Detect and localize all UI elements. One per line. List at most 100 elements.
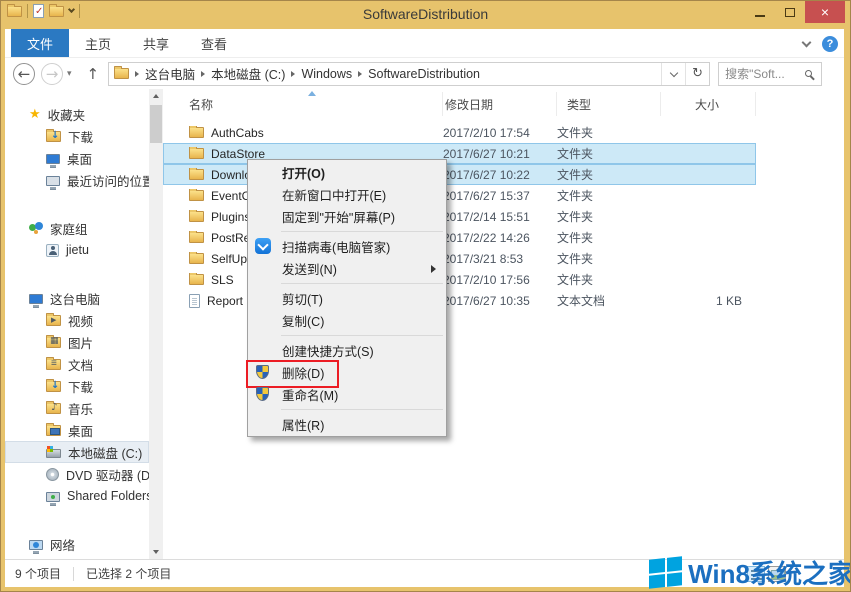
file-name: Downlo: [211, 167, 252, 182]
breadcrumb-segment[interactable]: 本地磁盘 (C:): [207, 64, 289, 83]
minimize-button[interactable]: [745, 1, 775, 23]
menu-item-label: 发送到(N): [282, 262, 337, 277]
breadcrumb-segment[interactable]: SoftwareDistribution: [364, 67, 484, 81]
column-header-name[interactable]: 名称: [163, 92, 443, 116]
file-icon: [189, 272, 204, 285]
context-menu-item[interactable]: 在新窗口中打开(E): [248, 183, 446, 205]
up-button[interactable]: ↑: [87, 65, 100, 83]
sidebar-item[interactable]: 收藏夹: [5, 103, 149, 125]
ribbon-tab[interactable]: 文件: [11, 29, 70, 57]
sidebar-item-icon: [46, 422, 61, 436]
address-dropdown-button[interactable]: [661, 62, 685, 85]
context-menu-item[interactable]: 复制(C): [248, 309, 446, 331]
divider: [73, 566, 75, 581]
file-icon: [189, 251, 204, 264]
sidebar-item[interactable]: 桌面: [5, 147, 149, 169]
menu-item-label: 复制(C): [282, 314, 325, 329]
context-menu-item[interactable]: 重命名(M): [248, 383, 446, 405]
menu-item-label: 删除(D): [282, 366, 325, 381]
sidebar-item-label: 视频: [68, 314, 94, 329]
search-box[interactable]: [718, 61, 823, 86]
search-input[interactable]: [725, 66, 806, 81]
breadcrumb-segment[interactable]: 这台电脑: [141, 64, 199, 83]
sidebar-item[interactable]: Shared Folders: [5, 485, 149, 507]
sidebar-item[interactable]: 视频: [5, 309, 149, 331]
scrollbar-thumb[interactable]: [150, 105, 162, 143]
scroll-up-button[interactable]: [149, 89, 163, 103]
forward-button[interactable]: →: [41, 62, 63, 85]
sidebar-item-label: 桌面: [68, 424, 94, 439]
sidebar-item[interactable]: 下载: [5, 125, 149, 147]
sidebar-item[interactable]: DVD 驱动器 (D:): [5, 463, 149, 485]
menu-item-icon: [256, 387, 269, 401]
sidebar-item[interactable]: 文档: [5, 353, 149, 375]
sidebar-item[interactable]: 图片: [5, 331, 149, 353]
context-menu-item[interactable]: 固定到"开始"屏幕(P): [248, 205, 446, 227]
file-type: 文件夹: [557, 147, 594, 161]
context-menu-item[interactable]: [248, 405, 446, 413]
maximize-button[interactable]: [775, 1, 805, 23]
sidebar-item-label: 音乐: [68, 402, 94, 417]
sidebar-item[interactable]: [5, 507, 149, 533]
selected-count: 已选择 2 个项目: [86, 567, 172, 581]
sidebar-item[interactable]: 网络: [5, 533, 149, 555]
sidebar-scrollbar[interactable]: [149, 89, 163, 559]
close-button[interactable]: ×: [805, 1, 845, 23]
sidebar-item-label: 网络: [50, 538, 76, 553]
titlebar: SoftwareDistribution ×: [1, 1, 850, 29]
context-menu-item[interactable]: 扫描病毒(电脑管家): [248, 235, 446, 257]
sidebar-item[interactable]: jietu: [5, 239, 149, 261]
ribbon-tab[interactable]: 主页: [69, 29, 127, 57]
context-menu-item[interactable]: 属性(R): [248, 413, 446, 435]
sidebar-item[interactable]: 音乐: [5, 397, 149, 419]
help-icon[interactable]: ?: [822, 35, 838, 52]
close-icon: ×: [820, 4, 830, 20]
file-icon: [189, 146, 204, 159]
context-menu-item[interactable]: 剪切(T): [248, 287, 446, 309]
menu-item-label: 扫描病毒(电脑管家): [282, 240, 391, 255]
recent-locations-chevron-icon[interactable]: ▾: [67, 68, 72, 79]
ribbon-tab[interactable]: 查看: [185, 29, 243, 57]
sidebar-item[interactable]: 本地磁盘 (C:): [5, 441, 149, 463]
refresh-button[interactable]: ↻: [685, 62, 709, 85]
breadcrumb-segment[interactable]: Windows: [297, 67, 356, 81]
sidebar-item[interactable]: 家庭组: [5, 217, 149, 239]
column-header-size[interactable]: 大小: [661, 92, 756, 116]
file-date: 2017/6/27 10:35: [443, 293, 530, 308]
scroll-down-button[interactable]: [149, 545, 163, 559]
address-bar[interactable]: 这台电脑 本地磁盘 (C:) Windows SoftwareDistribut…: [108, 61, 711, 86]
ribbon-collapse-chevron-icon[interactable]: [801, 37, 812, 47]
context-menu-item[interactable]: 打开(O): [248, 161, 446, 183]
sidebar-item[interactable]: 下载: [5, 375, 149, 397]
column-header-date[interactable]: 修改日期: [443, 92, 557, 116]
file-type: 文件夹: [557, 168, 594, 182]
back-button[interactable]: ←: [13, 62, 35, 85]
file-date: 2017/2/22 14:26: [443, 230, 530, 245]
context-menu-item[interactable]: 发送到(N): [248, 257, 446, 279]
sidebar-item-icon: [46, 467, 59, 481]
file-date: 2017/6/27 10:22: [443, 167, 530, 182]
context-menu-item[interactable]: 删除(D): [246, 360, 446, 388]
sidebar-item-icon: [46, 243, 59, 257]
ribbon-tab[interactable]: 共享: [127, 29, 185, 57]
breadcrumb: 这台电脑 本地磁盘 (C:) Windows SoftwareDistribut…: [129, 64, 661, 83]
context-menu-item[interactable]: [248, 227, 446, 235]
context-menu-item[interactable]: [248, 279, 446, 287]
column-header-type[interactable]: 类型: [557, 92, 661, 116]
file-date: 2017/3/21 8:53: [443, 251, 524, 266]
sidebar-item[interactable]: [5, 261, 149, 287]
menu-item-label: 剪切(T): [282, 292, 323, 307]
sidebar-item-icon: [46, 334, 61, 348]
sidebar-item-icon: [46, 356, 61, 370]
context-menu-item[interactable]: [248, 331, 446, 339]
file-name: Report: [207, 293, 244, 308]
sidebar-item[interactable]: [5, 191, 149, 217]
sidebar-item[interactable]: 桌面: [5, 419, 149, 441]
context-menu-item[interactable]: 创建快捷方式(S): [248, 339, 446, 361]
file-row[interactable]: AuthCabs 2017/2/10 17:54 文件夹: [163, 122, 756, 143]
sidebar-item[interactable]: 最近访问的位置: [5, 169, 149, 191]
file-date: 2017/2/14 15:51: [443, 209, 530, 224]
minimize-icon: [755, 15, 765, 17]
sidebar-item[interactable]: 这台电脑: [5, 287, 149, 309]
file-icon: [189, 188, 204, 201]
